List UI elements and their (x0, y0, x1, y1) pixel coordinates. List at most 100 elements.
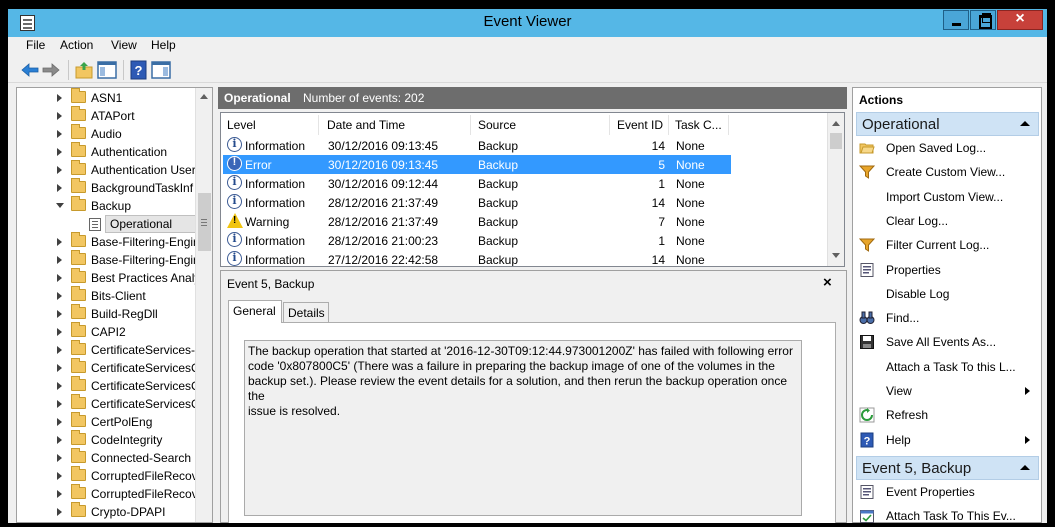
tree-item[interactable]: Connected-Search (17, 448, 197, 467)
action-item[interactable]: Find... (859, 307, 1039, 329)
action-item[interactable]: Properties (859, 259, 1039, 281)
expand-arrow-icon[interactable] (57, 454, 62, 462)
expand-arrow-icon[interactable] (57, 508, 62, 516)
tree-item[interactable]: Backup (17, 196, 197, 215)
tree-item[interactable]: CertificateServicesC (17, 358, 200, 377)
scroll-down-arrow-icon[interactable] (828, 247, 844, 264)
tree-item[interactable]: CAPI2 (17, 322, 197, 341)
expand-arrow-icon[interactable] (57, 364, 62, 372)
expand-arrow-icon[interactable] (57, 382, 62, 390)
show-hide-console-tree-icon[interactable] (97, 60, 117, 80)
event-row[interactable]: Information 30/12/2016 09:13:45 Backup 14 No… (223, 136, 731, 155)
close-icon[interactable]: × (823, 274, 832, 291)
expand-arrow-icon[interactable] (57, 148, 62, 156)
console-tree[interactable]: ASN1 ATAPort Audio Authentication Authentica… (16, 87, 213, 523)
expand-arrow-icon[interactable] (57, 400, 62, 408)
action-item[interactable]: Create Custom View... (858, 161, 1039, 183)
tree-item[interactable]: CertificateServicesC (17, 376, 200, 395)
close-window-button[interactable]: × (997, 10, 1043, 30)
scroll-thumb[interactable] (830, 133, 842, 149)
tree-item[interactable]: Base-Filtering-Engir (17, 250, 197, 269)
expand-arrow-icon[interactable] (57, 490, 62, 498)
action-item[interactable]: Attach Task To This Ev... (859, 505, 1039, 527)
column-date-time[interactable]: Date and Time (321, 115, 471, 135)
expand-arrow-icon[interactable] (57, 346, 62, 354)
tree-item[interactable]: CertificateServices-I (17, 340, 198, 359)
tree-item[interactable]: CorruptedFileRecov (17, 484, 198, 503)
tree-item[interactable]: BackgroundTaskInf (17, 178, 197, 197)
scroll-thumb[interactable] (198, 193, 211, 251)
action-item[interactable]: Save All Events As... (859, 331, 1039, 353)
tree-item[interactable]: CertificateServicesC (17, 394, 200, 413)
action-section-header[interactable]: Event 5, Backup (856, 455, 1039, 480)
event-row[interactable]: Information 28/12/2016 21:37:49 Backup 14 No… (223, 193, 731, 212)
column-event-id[interactable]: Event ID (611, 115, 669, 135)
menu-help[interactable]: Help (151, 38, 176, 52)
column-level[interactable]: Level (221, 115, 319, 135)
expand-arrow-icon[interactable] (57, 436, 62, 444)
column-task-category[interactable]: Task C... (669, 115, 729, 135)
back-arrow-icon[interactable] (20, 60, 40, 80)
action-item[interactable]: Import Custom View... (859, 186, 1039, 208)
tree-scrollbar[interactable] (195, 88, 212, 522)
action-item[interactable]: Attach a Task To this L... (859, 356, 1039, 378)
menu-file[interactable]: File (26, 38, 45, 52)
expand-arrow-icon[interactable] (57, 94, 62, 102)
tree-item[interactable]: Authentication User (17, 160, 197, 179)
action-item[interactable]: Filter Current Log... (858, 234, 1039, 256)
scroll-up-arrow-icon[interactable] (196, 88, 212, 105)
tree-item[interactable]: Operational (17, 215, 197, 233)
tab-details[interactable]: Details (283, 302, 329, 323)
action-item[interactable]: Event Properties (859, 481, 1039, 503)
column-source[interactable]: Source (472, 115, 610, 135)
menu-action[interactable]: Action (60, 38, 93, 52)
tree-item[interactable]: Bits-Client (17, 286, 197, 305)
expand-arrow-icon[interactable] (57, 166, 62, 174)
restore-button[interactable] (970, 10, 996, 30)
event-row[interactable]: Error 30/12/2016 09:13:45 Backup 5 None (223, 155, 731, 174)
expand-arrow-icon[interactable] (57, 184, 62, 192)
minimize-button[interactable] (943, 10, 969, 30)
tab-general[interactable]: General (228, 300, 282, 323)
action-item[interactable]: Refresh (859, 404, 1039, 426)
expand-arrow-icon[interactable] (57, 112, 62, 120)
action-item[interactable]: ? Help (859, 429, 1039, 451)
event-row[interactable]: Information 28/12/2016 21:00:23 Backup 1 Non… (223, 231, 731, 250)
tree-item[interactable]: Best Practices Analy (17, 268, 200, 287)
tree-item[interactable]: Audio (17, 124, 197, 143)
help-icon[interactable]: ? (129, 60, 149, 80)
expand-arrow-icon[interactable] (57, 418, 62, 426)
expand-arrow-icon[interactable] (57, 310, 62, 318)
tree-item[interactable]: Base-Filtering-Engir (17, 232, 197, 251)
expand-arrow-icon[interactable] (57, 328, 62, 336)
show-action-pane-icon[interactable] (151, 60, 171, 80)
tree-item[interactable]: CertPolEng (17, 412, 197, 431)
up-folder-icon[interactable] (74, 60, 94, 80)
tree-item[interactable]: ASN1 (17, 88, 197, 107)
event-row[interactable]: Information 27/12/2016 22:42:58 Backup 14 No… (223, 250, 731, 266)
action-item[interactable]: Open Saved Log... (859, 137, 1039, 159)
expand-arrow-icon[interactable] (57, 130, 62, 138)
action-item[interactable]: View (859, 380, 1039, 402)
events-list[interactable]: Level Date and Time Source Event ID Task… (220, 112, 845, 267)
event-message[interactable]: The backup operation that started at '20… (244, 340, 802, 516)
tree-item[interactable]: Crypto-DPAPI (17, 502, 197, 521)
expand-arrow-icon[interactable] (57, 256, 62, 264)
menu-view[interactable]: View (111, 38, 137, 52)
event-row[interactable]: Warning 28/12/2016 21:37:49 Backup 7 None (223, 212, 731, 231)
title-bar[interactable]: Event Viewer × (8, 9, 1047, 37)
scroll-up-arrow-icon[interactable] (828, 115, 844, 132)
collapse-chevron-icon[interactable] (1020, 121, 1030, 126)
action-item[interactable]: Clear Log... (859, 210, 1039, 232)
collapse-chevron-icon[interactable] (1020, 464, 1030, 470)
action-section-header[interactable]: Operational (856, 112, 1039, 136)
tree-item[interactable]: Authentication (17, 142, 197, 161)
tree-item[interactable]: CorruptedFileRecov (17, 466, 198, 485)
action-item[interactable]: Disable Log (859, 283, 1039, 305)
expand-arrow-icon[interactable] (57, 274, 62, 282)
expand-arrow-icon[interactable] (57, 472, 62, 480)
events-scrollbar[interactable] (827, 113, 844, 266)
tree-item[interactable]: ATAPort (17, 106, 197, 125)
expand-arrow-icon[interactable] (57, 238, 62, 246)
event-row[interactable]: Information 30/12/2016 09:12:44 Backup 1 Non… (223, 174, 731, 193)
